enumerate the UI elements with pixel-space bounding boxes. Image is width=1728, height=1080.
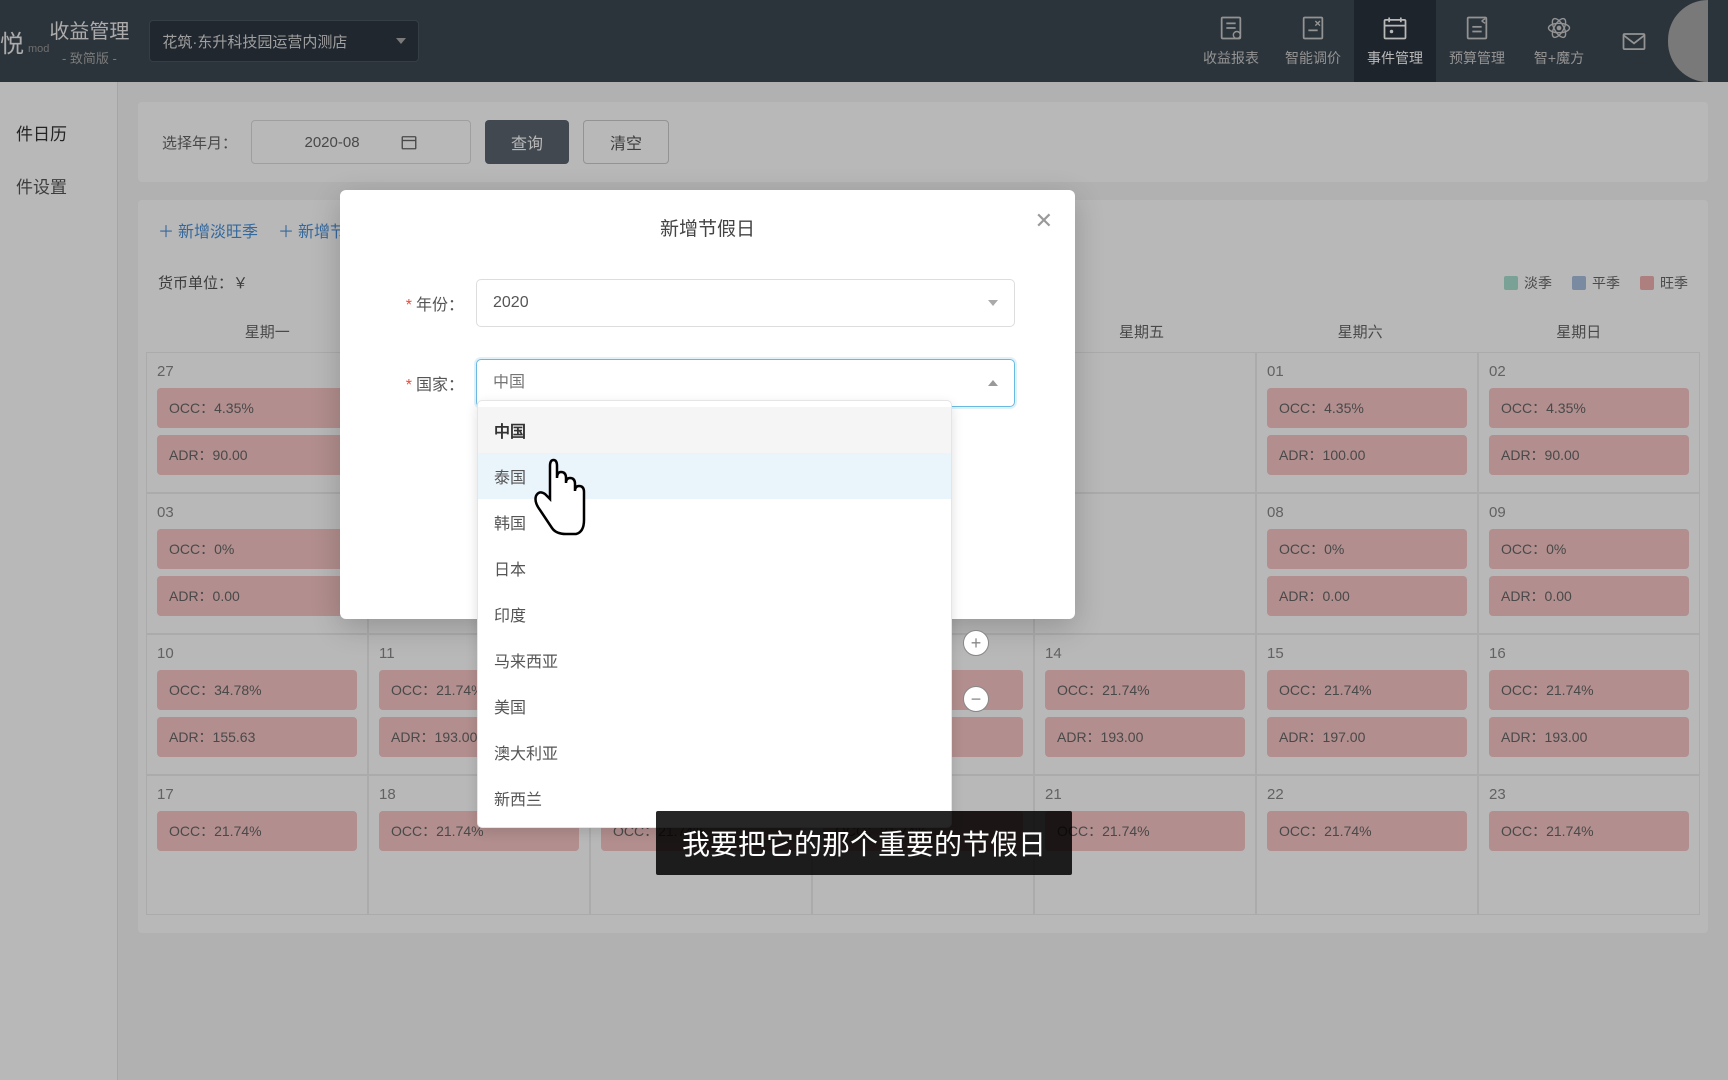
country-option[interactable]: 美国 xyxy=(478,683,951,729)
country-label: *国家： xyxy=(400,371,464,395)
country-option[interactable]: 韩国 xyxy=(478,499,951,545)
modal-title: 新增节假日 xyxy=(660,219,755,240)
year-select[interactable]: 2020 xyxy=(476,279,1015,327)
country-option[interactable]: 印度 xyxy=(478,591,951,637)
country-option[interactable]: 澳大利亚 xyxy=(478,729,951,775)
year-label: *年份： xyxy=(400,291,464,315)
country-input[interactable] xyxy=(493,374,988,392)
chevron-up-icon xyxy=(988,380,998,386)
country-option[interactable]: 马来西亚 xyxy=(478,637,951,683)
country-option[interactable]: 日本 xyxy=(478,545,951,591)
chevron-down-icon xyxy=(988,300,998,306)
country-option[interactable]: 泰国 xyxy=(478,453,951,499)
remove-circle-button[interactable]: − xyxy=(963,686,989,712)
country-option[interactable]: 中国 xyxy=(478,407,951,453)
close-icon[interactable]: ✕ xyxy=(1035,208,1053,234)
country-dropdown: 中国泰国韩国日本印度马来西亚美国澳大利亚新西兰 xyxy=(477,400,952,828)
video-subtitle: 我要把它的那个重要的节假日 xyxy=(656,811,1072,875)
year-value: 2020 xyxy=(493,294,529,312)
add-circle-button[interactable]: + xyxy=(963,630,989,656)
